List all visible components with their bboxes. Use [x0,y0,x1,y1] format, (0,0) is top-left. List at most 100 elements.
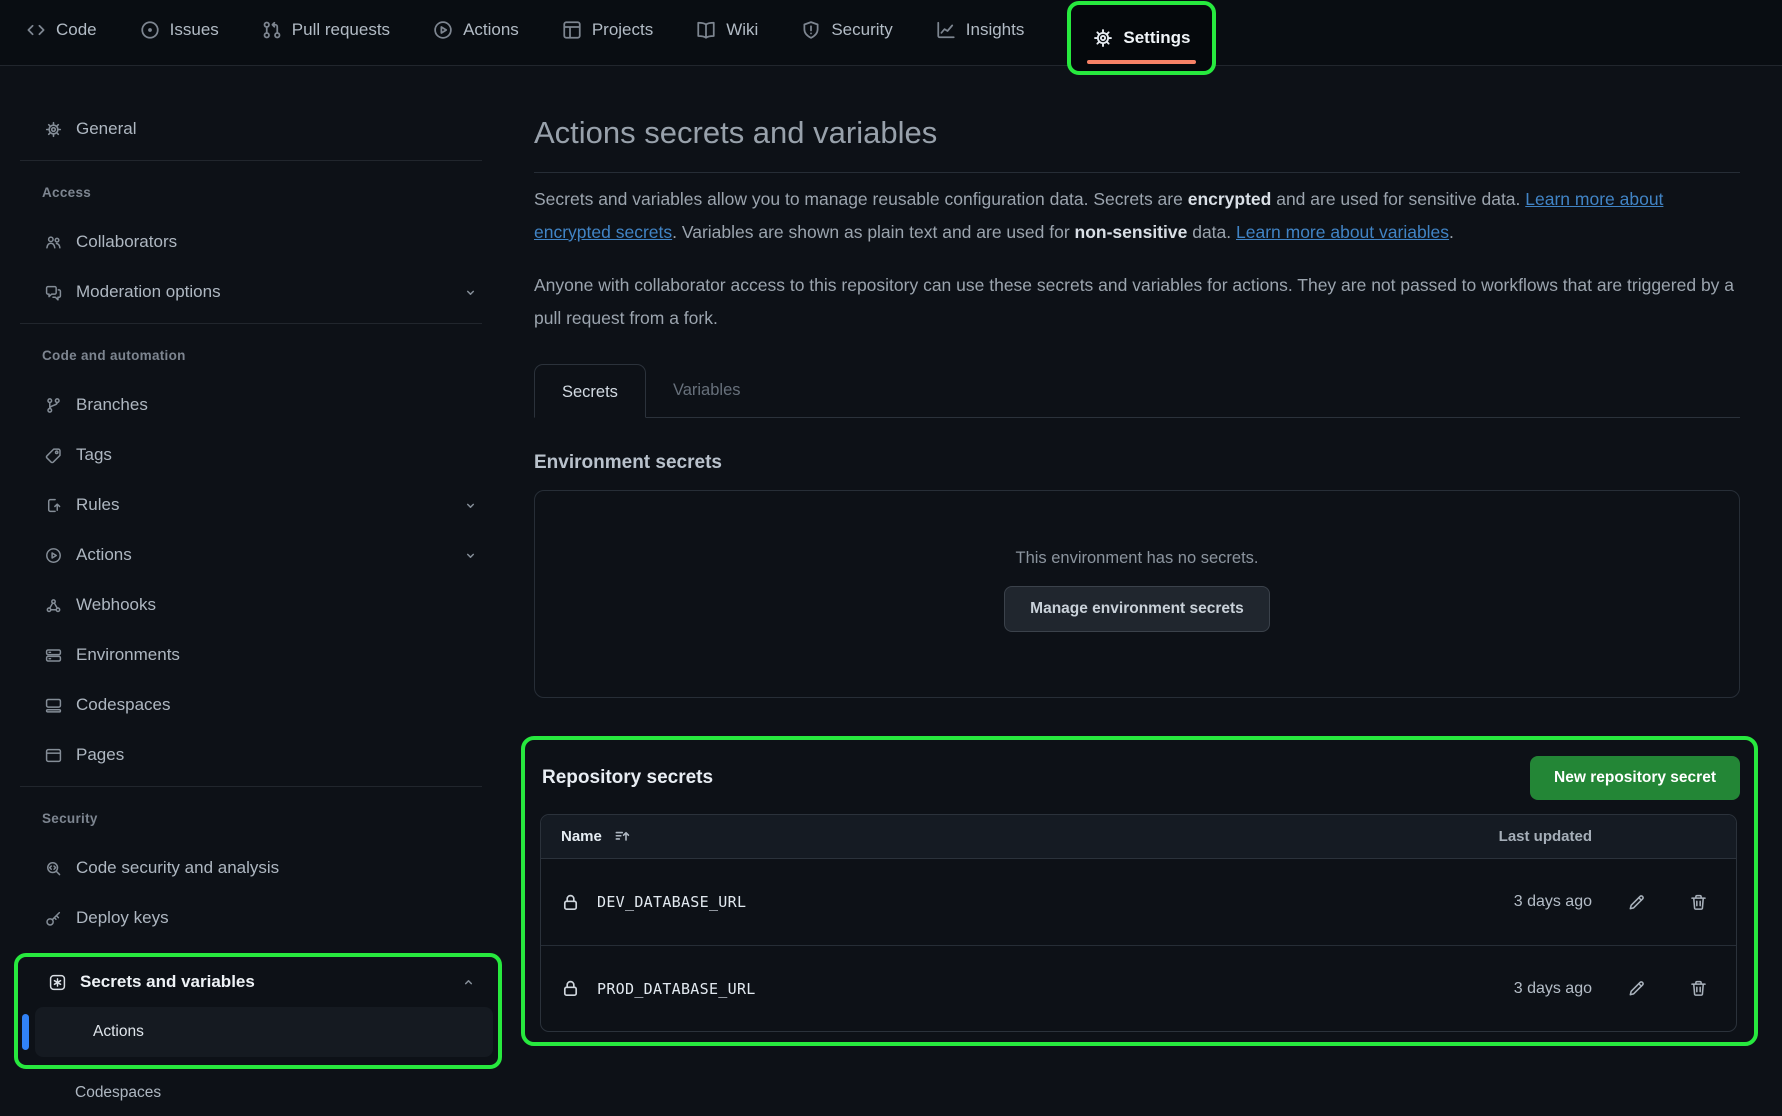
sidebar-item-deploy-keys[interactable]: Deploy keys [0,893,512,943]
manage-environment-secrets-button[interactable]: Manage environment secrets [1004,586,1270,632]
intro-text: Secrets and variables allow you to manag… [534,189,1188,209]
sidebar-item-label: General [76,119,136,139]
trash-icon [1689,893,1708,912]
intro-text: data. [1187,222,1236,242]
tab-settings[interactable]: Settings [1093,8,1190,68]
tab-label: Actions [463,20,519,40]
page-title: Actions secrets and variables [534,112,1740,154]
sidebar-subitem-actions[interactable]: Actions [35,1007,493,1057]
repo-settings-page: Code Issues Pull requests Actions Projec… [0,0,1782,1116]
pencil-icon [1627,979,1646,998]
sidebar-subitem-label: Actions [93,1023,144,1041]
delete-secret-button[interactable] [1680,971,1716,1007]
tab-actions[interactable]: Actions [433,0,519,60]
tab-pull-requests[interactable]: Pull requests [262,0,390,60]
tab-label: Insights [966,20,1025,40]
sidebar-item-label: Code security and analysis [76,858,279,878]
sidebar-item-webhooks[interactable]: Webhooks [0,580,512,630]
delete-secret-button[interactable] [1680,884,1716,920]
intro-text: . Variables are shown as plain text and … [672,222,1074,242]
sidebar-item-tags[interactable]: Tags [0,430,512,480]
sidebar-item-code-security[interactable]: Code security and analysis [0,843,512,893]
sidebar-item-label: Actions [76,545,132,565]
comment-discussion-icon [45,284,62,301]
secret-updated: 3 days ago [1442,980,1592,998]
sidebar-item-rules[interactable]: Rules [0,480,512,530]
edit-secret-button[interactable] [1618,971,1654,1007]
tab-label: Issues [170,20,219,40]
annotation-box-repository-secrets: Repository secrets New repository secret… [521,736,1758,1046]
tab-issues[interactable]: Issues [140,0,219,60]
tab-insights[interactable]: Insights [936,0,1025,60]
sidebar-divider [20,160,482,161]
intro-bold-non-sensitive: non-sensitive [1075,222,1188,242]
tab-variables[interactable]: Variables [646,363,768,417]
intro-bold-encrypted: encrypted [1188,189,1272,209]
tab-secrets[interactable]: Secrets [534,364,646,418]
chevron-down-icon [463,498,478,513]
chevron-up-icon [461,975,476,990]
title-divider [534,172,1740,173]
browser-icon [45,747,62,764]
git-branch-icon [45,397,62,414]
pencil-icon [1627,893,1646,912]
sidebar-item-secrets-and-variables[interactable]: Secrets and variables [18,959,498,1005]
settings-sidebar: General Access Collaborators Moderation … [0,66,512,1116]
main-content: Actions secrets and variables Secrets an… [534,66,1740,1046]
sidebar-item-label: Pages [76,745,124,765]
tab-label: Projects [592,20,653,40]
server-icon [45,647,62,664]
repo-tab-nav: Code Issues Pull requests Actions Projec… [0,0,1782,66]
sidebar-item-label: Secrets and variables [80,972,255,992]
sidebar-item-pages[interactable]: Pages [0,730,512,780]
code-icon [26,20,46,40]
table-header-row: Name Last updated [541,815,1736,859]
tab-code[interactable]: Code [26,0,97,60]
sidebar-item-moderation-options[interactable]: Moderation options [0,267,512,317]
gear-icon [1093,28,1113,48]
repo-rules-icon [45,497,62,514]
link-variables[interactable]: Learn more about variables [1236,222,1449,242]
secret-name: PROD_DATABASE_URL [597,980,756,998]
sidebar-item-actions[interactable]: Actions [0,530,512,580]
git-pull-request-icon [262,20,282,40]
trash-icon [1689,979,1708,998]
repository-secrets-table: Name Last updated DEV_DATABASE_URL 3 day… [540,814,1737,1032]
new-repository-secret-button[interactable]: New repository secret [1530,756,1740,800]
intro-text: and are used for sensitive data. [1271,189,1525,209]
gear-icon [45,121,62,138]
repository-secrets-heading: Repository secrets [542,767,713,789]
tab-projects[interactable]: Projects [562,0,653,60]
sidebar-divider [20,786,482,787]
sidebar-section-access: Access [0,167,512,217]
selected-indicator-bar [22,1014,29,1050]
play-icon [45,547,62,564]
sidebar-divider [20,323,482,324]
sidebar-item-collaborators[interactable]: Collaborators [0,217,512,267]
sidebar-item-label: Branches [76,395,148,415]
sidebar-subitem-codespaces[interactable]: Codespaces [0,1069,512,1116]
collaborator-note: Anyone with collaborator access to this … [534,269,1740,335]
people-icon [45,234,62,251]
sidebar-item-branches[interactable]: Branches [0,380,512,430]
tab-wiki[interactable]: Wiki [696,0,758,60]
sidebar-item-label: Codespaces [76,695,171,715]
sidebar-subitem-label: Codespaces [75,1084,161,1102]
sidebar-item-environments[interactable]: Environments [0,630,512,680]
annotation-box-settings: Settings [1067,1,1216,75]
environment-secrets-box: This environment has no secrets. Manage … [534,490,1740,698]
book-icon [696,20,716,40]
graph-icon [936,20,956,40]
sidebar-item-codespaces[interactable]: Codespaces [0,680,512,730]
sidebar-item-label: Webhooks [76,595,156,615]
annotation-box-secrets-and-variables: Secrets and variables Actions [14,953,502,1069]
sort-ascending-icon[interactable] [614,828,631,845]
edit-secret-button[interactable] [1618,884,1654,920]
repository-secrets-header: Repository secrets New repository secret [537,756,1740,800]
sidebar-item-general[interactable]: General [0,104,512,154]
codespaces-icon [45,697,62,714]
tab-security[interactable]: Security [801,0,892,60]
tab-label: Code [56,20,97,40]
environment-secrets-heading: Environment secrets [534,452,1740,474]
name-column-header: Name [561,828,602,845]
